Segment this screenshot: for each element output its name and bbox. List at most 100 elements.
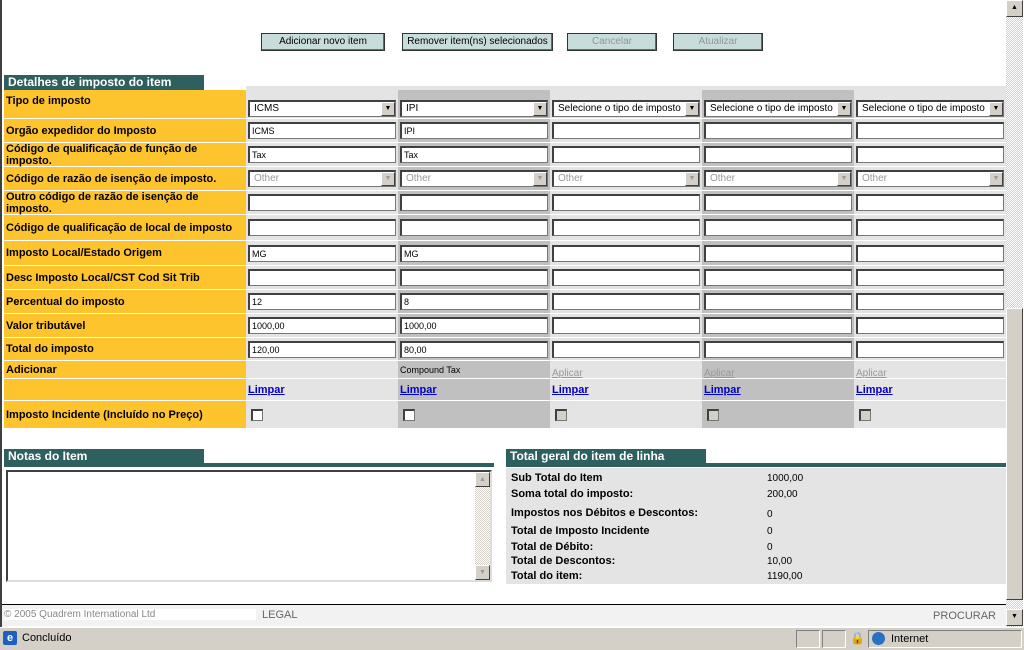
tax-details-header: Detalhes de imposto do item	[4, 75, 204, 90]
tax-input[interactable]	[248, 269, 396, 286]
tax-included-checkbox[interactable]	[403, 408, 415, 421]
tax-select[interactable]: Selecione o tipo de imposto ▼	[856, 100, 1004, 117]
tax-input[interactable]	[552, 317, 700, 334]
tax-cell: 1000,00	[246, 314, 398, 338]
tax-input[interactable]	[552, 244, 700, 262]
chevron-down-icon[interactable]: ▼	[533, 172, 547, 186]
chevron-down-icon[interactable]: ▼	[837, 172, 851, 186]
tax-input[interactable]	[704, 122, 852, 139]
tax-input[interactable]	[704, 146, 852, 163]
tax-input[interactable]: Tax	[400, 146, 548, 163]
tax-cell: Selecione o tipo de imposto ▼	[854, 90, 1006, 119]
tax-included-checkbox[interactable]	[251, 408, 263, 421]
tax-select[interactable]: IPI ▼	[400, 100, 548, 117]
tax-cell: Other ▼	[702, 167, 854, 191]
clear-link[interactable]: Limpar	[704, 384, 741, 396]
tax-input[interactable]	[856, 269, 1004, 286]
chevron-down-icon[interactable]: ▼	[989, 172, 1003, 186]
search-link[interactable]: PROCURAR	[933, 610, 996, 622]
tax-input[interactable]	[552, 194, 700, 211]
select-value: Other	[406, 173, 432, 184]
clear-link[interactable]: Limpar	[400, 384, 437, 396]
scroll-down-icon[interactable]: ▼	[475, 565, 490, 580]
tax-input[interactable]: 8	[400, 293, 548, 310]
tax-input[interactable]	[704, 244, 852, 262]
tax-cell: Limpar	[246, 379, 398, 401]
tax-input[interactable]: ICMS	[248, 122, 396, 139]
tax-input[interactable]	[400, 269, 548, 286]
clear-link[interactable]: Limpar	[552, 384, 589, 396]
tax-input[interactable]	[552, 340, 700, 358]
tax-input[interactable]: 12	[248, 293, 396, 310]
tax-input[interactable]	[856, 219, 1004, 236]
clear-link[interactable]: Limpar	[248, 384, 285, 396]
tax-cell	[702, 119, 854, 143]
notes-textarea[interactable]: ▲ ▼	[6, 470, 492, 582]
notes-scrollbar[interactable]: ▲ ▼	[475, 472, 490, 580]
tax-input[interactable]	[704, 194, 852, 211]
chevron-down-icon[interactable]: ▼	[533, 102, 547, 116]
scroll-down-icon[interactable]: ▼	[1006, 609, 1023, 626]
scroll-thumb[interactable]	[1006, 308, 1023, 600]
tax-input[interactable]	[856, 122, 1004, 139]
scroll-up-icon[interactable]: ▲	[1006, 0, 1023, 17]
tax-input[interactable]	[856, 146, 1004, 163]
apply-link[interactable]: Aplicar	[552, 368, 583, 379]
tax-input[interactable]: 1000,00	[400, 317, 548, 334]
tax-input[interactable]	[856, 317, 1004, 334]
tax-input[interactable]: MG	[248, 244, 396, 262]
tax-input[interactable]	[704, 340, 852, 358]
tax-input[interactable]	[704, 317, 852, 334]
tax-input[interactable]	[552, 293, 700, 310]
tax-input[interactable]	[704, 269, 852, 286]
tax-input[interactable]	[856, 244, 1004, 262]
remove-items-button[interactable]: Remover item(ns) selecionados	[402, 33, 553, 51]
apply-link[interactable]: Aplicar	[704, 368, 735, 379]
tax-input[interactable]	[856, 340, 1004, 358]
tax-input[interactable]: MG	[400, 244, 548, 262]
tax-input[interactable]	[552, 219, 700, 236]
chevron-down-icon[interactable]: ▼	[685, 172, 699, 186]
legal-link[interactable]: LEGAL	[262, 609, 297, 621]
chevron-down-icon[interactable]: ▼	[989, 102, 1003, 116]
chevron-down-icon[interactable]: ▼	[837, 102, 851, 116]
tax-input[interactable]	[704, 293, 852, 310]
add-item-button[interactable]: Adicionar novo item	[261, 33, 385, 51]
tax-cell	[702, 290, 854, 314]
tax-input[interactable]: 1000,00	[248, 317, 396, 334]
tax-input[interactable]: 80,00	[400, 340, 548, 358]
zone-text: Internet	[891, 633, 929, 645]
tax-row-label	[4, 379, 246, 401]
apply-link[interactable]: Aplicar	[856, 368, 887, 379]
chevron-down-icon[interactable]: ▼	[685, 102, 699, 116]
clear-link[interactable]: Limpar	[856, 384, 893, 396]
tax-cell	[246, 266, 398, 290]
tax-input[interactable]: 120,00	[248, 340, 396, 358]
tax-select[interactable]: Selecione o tipo de imposto ▼	[552, 100, 700, 117]
tax-input[interactable]	[704, 219, 852, 236]
tax-input[interactable]	[400, 194, 548, 211]
tax-cell: MG	[398, 241, 550, 266]
tax-select[interactable]: Selecione o tipo de imposto ▼	[704, 100, 852, 117]
tax-input[interactable]	[552, 146, 700, 163]
scroll-up-icon[interactable]: ▲	[475, 472, 490, 487]
page-scrollbar[interactable]: ▲ ▼	[1006, 0, 1023, 627]
tax-input[interactable]: Tax	[248, 146, 396, 163]
tax-select[interactable]: ICMS ▼	[248, 100, 396, 117]
tax-input[interactable]	[856, 194, 1004, 211]
tax-input[interactable]	[248, 194, 396, 211]
tax-input[interactable]	[400, 219, 548, 236]
cancel-button[interactable]: Cancelar	[567, 33, 657, 51]
tax-input[interactable]: IPI	[400, 122, 548, 139]
tax-input[interactable]	[856, 293, 1004, 310]
update-button[interactable]: Atualizar	[673, 33, 763, 51]
tax-cell: Selecione o tipo de imposto ▼	[702, 90, 854, 119]
chevron-down-icon[interactable]: ▼	[381, 172, 395, 186]
tax-input[interactable]	[552, 122, 700, 139]
select-value: Other	[254, 173, 280, 184]
chevron-down-icon[interactable]: ▼	[381, 102, 395, 116]
tax-cell	[854, 119, 1006, 143]
tax-cell	[398, 215, 550, 241]
tax-input[interactable]	[248, 219, 396, 236]
tax-input[interactable]	[552, 269, 700, 286]
